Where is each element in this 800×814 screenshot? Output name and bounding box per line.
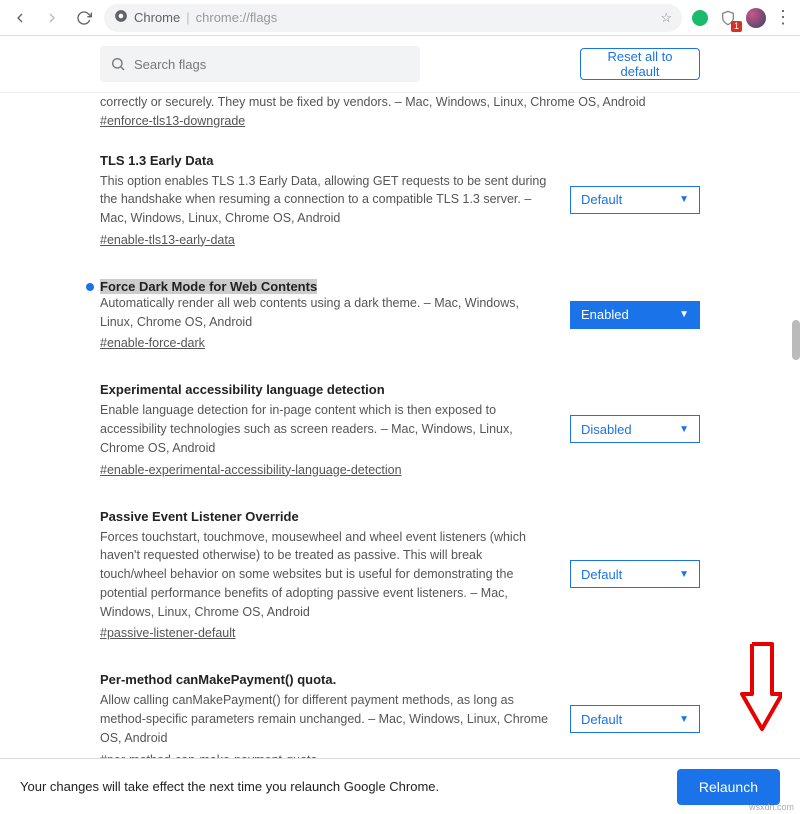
flag-select[interactable]: Default ▼ bbox=[570, 186, 700, 214]
flag-link[interactable]: #passive-listener-default bbox=[100, 626, 236, 640]
relaunch-bar: Your changes will take effect the next t… bbox=[0, 758, 800, 814]
flag-item: TLS 1.3 Early Data This option enables TL… bbox=[100, 135, 700, 261]
flag-description: Enable language detection for in-page co… bbox=[100, 401, 550, 457]
extension-badge: 1 bbox=[731, 21, 742, 32]
chevron-down-icon: ▼ bbox=[679, 714, 689, 725]
flags-list: correctly or securely. They must be fixe… bbox=[0, 93, 800, 793]
flag-link[interactable]: #enable-force-dark bbox=[100, 336, 205, 350]
flag-item: Experimental accessibility language dete… bbox=[100, 364, 700, 490]
search-input[interactable]: Search flags bbox=[100, 46, 420, 82]
chevron-down-icon: ▼ bbox=[679, 424, 689, 435]
search-placeholder: Search flags bbox=[134, 57, 206, 72]
scrollbar-thumb[interactable] bbox=[792, 320, 800, 360]
select-label: Enabled bbox=[581, 307, 629, 322]
modified-dot bbox=[86, 283, 94, 291]
flag-select[interactable]: Enabled ▼ bbox=[570, 301, 700, 329]
select-label: Default bbox=[581, 192, 622, 207]
flag-description: Allow calling canMakePayment() for diffe… bbox=[100, 691, 550, 747]
flag-description: Forces touchstart, touchmove, mousewheel… bbox=[100, 528, 550, 622]
flag-select[interactable]: Default ▼ bbox=[570, 705, 700, 733]
flag-link[interactable]: #enforce-tls13-downgrade bbox=[100, 114, 245, 128]
flag-title: Force Dark Mode for Web Contents bbox=[100, 279, 317, 294]
relaunch-message: Your changes will take effect the next t… bbox=[20, 779, 677, 794]
flag-title: TLS 1.3 Early Data bbox=[100, 153, 550, 168]
flag-title: Experimental accessibility language dete… bbox=[100, 382, 550, 397]
reset-all-button[interactable]: Reset all to default bbox=[580, 48, 700, 80]
flags-header: Search flags Reset all to default bbox=[0, 36, 800, 93]
flag-item: Force Dark Mode for Web ContentsAutomati… bbox=[100, 261, 700, 365]
select-label: Default bbox=[581, 567, 622, 582]
back-button[interactable] bbox=[8, 6, 32, 30]
addr-url: chrome://flags bbox=[196, 10, 278, 25]
flag-link[interactable]: #enable-tls13-early-data bbox=[100, 233, 235, 247]
flag-link[interactable]: #enable-experimental-accessibility-langu… bbox=[100, 463, 402, 477]
extension-shield-icon[interactable]: 1 bbox=[718, 8, 738, 28]
extension-green-icon[interactable] bbox=[690, 8, 710, 28]
chevron-down-icon: ▼ bbox=[679, 569, 689, 580]
flag-description: correctly or securely. They must be fixe… bbox=[100, 93, 700, 112]
chevron-down-icon: ▼ bbox=[679, 309, 689, 320]
forward-button[interactable] bbox=[40, 6, 64, 30]
flag-select[interactable]: Default ▼ bbox=[570, 560, 700, 588]
flag-select[interactable]: Disabled ▼ bbox=[570, 415, 700, 443]
addr-separator: | bbox=[186, 10, 189, 25]
browser-toolbar: Chrome | chrome://flags ☆ 1 ⋮ bbox=[0, 0, 800, 36]
flag-title: Passive Event Listener Override bbox=[100, 509, 550, 524]
flag-description: Automatically render all web contents us… bbox=[100, 294, 550, 332]
addr-label: Chrome bbox=[134, 10, 180, 25]
search-icon bbox=[110, 56, 126, 72]
address-bar[interactable]: Chrome | chrome://flags ☆ bbox=[104, 4, 682, 32]
reload-button[interactable] bbox=[72, 6, 96, 30]
watermark: wsxdn.com bbox=[749, 802, 794, 812]
flag-item: Passive Event Listener Override Forces to… bbox=[100, 491, 700, 655]
chevron-down-icon: ▼ bbox=[679, 194, 689, 205]
menu-button[interactable]: ⋮ bbox=[774, 7, 792, 28]
profile-avatar[interactable] bbox=[746, 8, 766, 28]
bookmark-star-icon[interactable]: ☆ bbox=[660, 10, 672, 26]
partial-flag-top: correctly or securely. They must be fixe… bbox=[100, 93, 700, 135]
chrome-icon bbox=[114, 9, 128, 26]
relaunch-button[interactable]: Relaunch bbox=[677, 769, 780, 805]
flag-title: Per-method canMakePayment() quota. bbox=[100, 672, 550, 687]
flag-description: This option enables TLS 1.3 Early Data, … bbox=[100, 172, 550, 228]
select-label: Default bbox=[581, 712, 622, 727]
select-label: Disabled bbox=[581, 422, 632, 437]
